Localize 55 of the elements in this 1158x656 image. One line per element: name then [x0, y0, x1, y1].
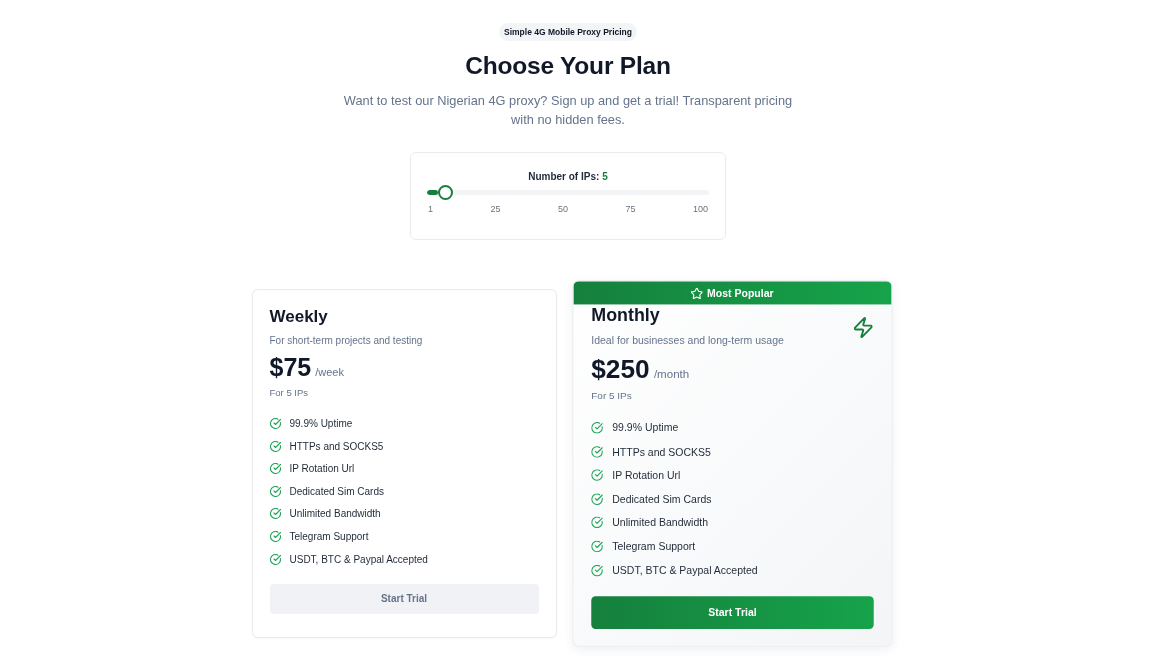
check-circle-icon	[590, 540, 603, 553]
check-circle-icon	[590, 493, 603, 505]
star-icon	[690, 287, 703, 299]
start-trial-button[interactable]: Start Trial	[590, 595, 874, 629]
check-circle-icon	[269, 530, 281, 542]
feature-text: 99.9% Uptime	[289, 417, 353, 430]
ip-count-note: For 5 IPs	[590, 388, 633, 403]
plan-price: $250	[590, 353, 650, 384]
tick-label: 100	[692, 203, 708, 215]
price-period: /month	[653, 366, 689, 382]
start-trial-button[interactable]: Start Trial	[269, 583, 539, 614]
feature-text: Dedicated Sim Cards	[611, 492, 711, 506]
popular-label: Most Popular	[706, 286, 774, 300]
feature-text: Unlimited Bandwidth	[289, 507, 381, 521]
check-circle-icon	[269, 485, 281, 497]
plan-name: Monthly	[590, 305, 661, 327]
feature-text: IP Rotation Url	[611, 468, 680, 483]
feature-text: HTTPs and SOCKS5	[611, 444, 711, 459]
tagline-pill: Simple 4G Mobile Proxy Pricing	[499, 23, 637, 41]
page-title: Choose Your Plan	[465, 51, 671, 81]
tick-label: 25	[490, 203, 501, 215]
check-circle-icon	[590, 469, 603, 482]
ip-count-note: For 5 IPs	[269, 386, 310, 399]
feature-text: USDT, BTC & Paypal Accepted	[289, 552, 428, 566]
check-circle-icon	[590, 445, 603, 458]
check-circle-icon	[269, 418, 281, 429]
check-circle-icon	[590, 516, 603, 529]
page-subtitle: Want to test our Nigerian 4G proxy? Sign up and get a trial! Transparent pricing with no hidden fees.	[342, 92, 794, 129]
lightning-icon	[853, 316, 873, 338]
slider-track[interactable]	[427, 190, 709, 195]
slider-label: Number of IPs:	[528, 170, 600, 184]
tick-label: 75	[625, 203, 636, 215]
check-circle-icon	[269, 508, 281, 520]
tick-label: 50	[557, 203, 568, 215]
feature-text: USDT, BTC & Paypal Accepted	[611, 563, 758, 577]
check-circle-icon	[590, 564, 603, 576]
feature-text: IP Rotation Url	[289, 462, 355, 476]
check-circle-icon	[269, 463, 281, 475]
check-circle-icon	[269, 553, 281, 565]
feature-text: Telegram Support	[611, 539, 695, 554]
feature-text: HTTPs and SOCKS5	[289, 439, 384, 453]
plan-price: $75	[269, 353, 312, 381]
price-period: /week	[315, 365, 344, 379]
tick-label: 1	[428, 203, 433, 215]
feature-text: Telegram Support	[289, 529, 369, 543]
check-circle-icon	[590, 422, 603, 434]
feature-text: 99.9% Uptime	[611, 421, 678, 435]
feature-text: Dedicated Sim Cards	[289, 484, 384, 498]
plan-description: Ideal for businesses and long-term usage	[590, 333, 784, 349]
feature-text: Unlimited Bandwidth	[611, 515, 708, 530]
plan-name: Weekly	[269, 307, 329, 327]
slider-value: 5	[602, 170, 608, 184]
plan-description: For short-term projects and testing	[269, 334, 423, 348]
slider-thumb[interactable]	[437, 185, 453, 200]
check-circle-icon	[269, 440, 281, 452]
